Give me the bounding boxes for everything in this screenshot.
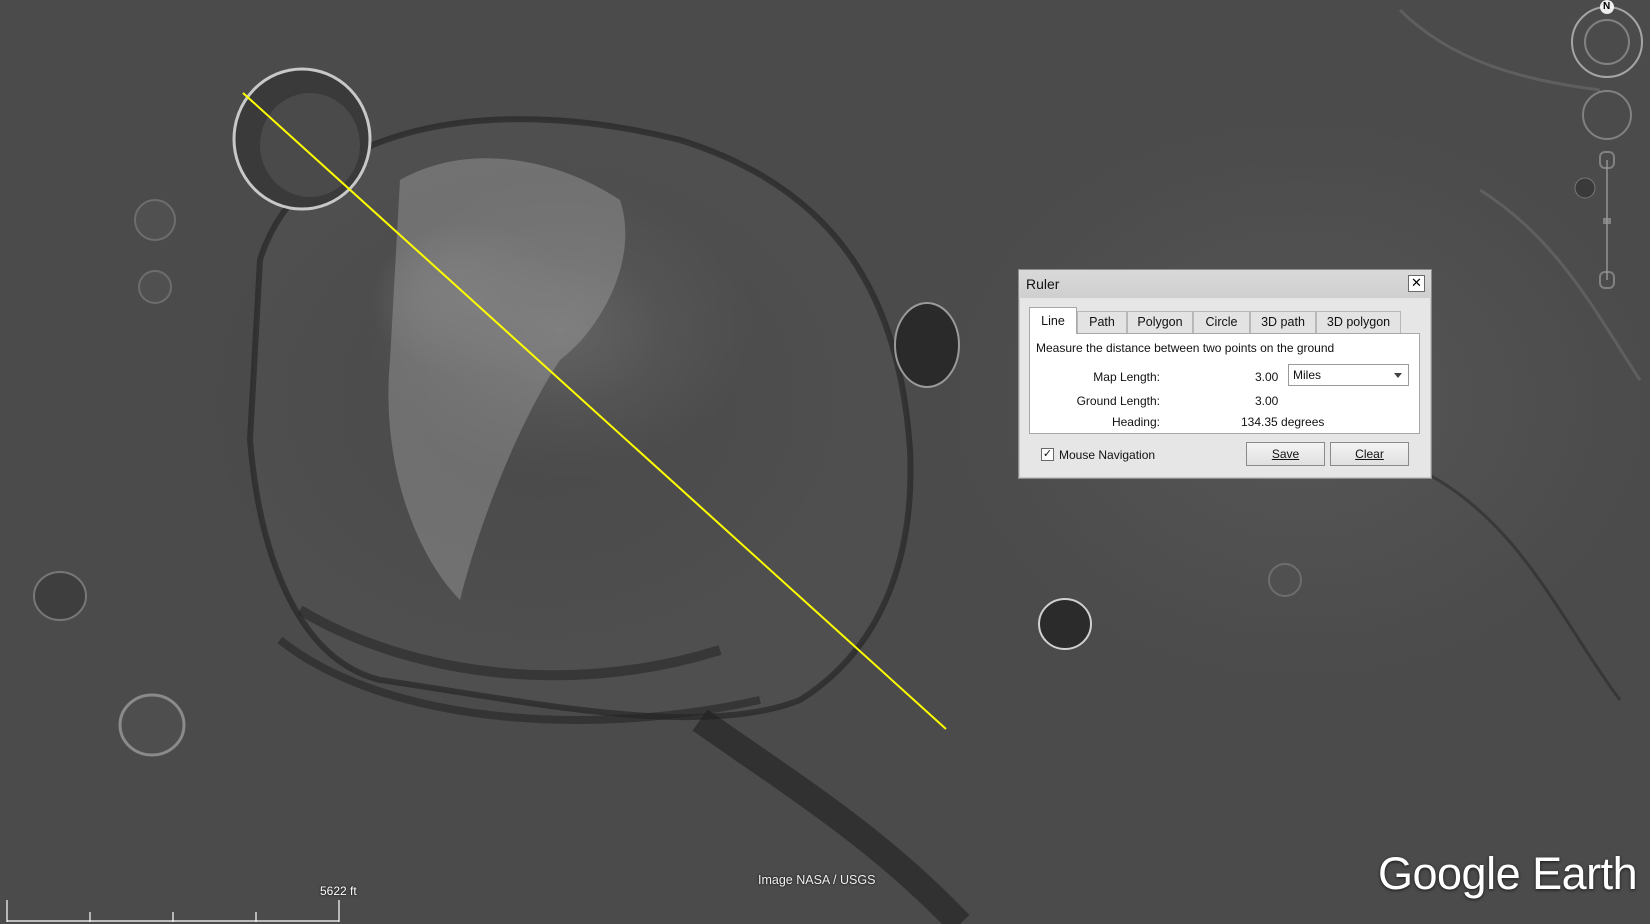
crater-small-2 bbox=[118, 693, 186, 757]
ground-length-value: 3.00 bbox=[1255, 394, 1279, 408]
tab-circle[interactable]: Circle bbox=[1193, 311, 1250, 333]
unit-dropdown[interactable]: Miles bbox=[1288, 364, 1409, 386]
mouse-navigation-checkbox[interactable]: ✓ bbox=[1041, 448, 1054, 461]
tab-3d-polygon[interactable]: 3D polygon bbox=[1316, 311, 1401, 333]
clear-button-label: Clear bbox=[1355, 447, 1384, 461]
crater-large-floor bbox=[260, 93, 360, 197]
map-length-value: 3.00 bbox=[1255, 370, 1279, 384]
crater-small-4 bbox=[134, 199, 176, 241]
look-joystick[interactable] bbox=[1582, 90, 1632, 140]
ruler-title: Ruler bbox=[1026, 276, 1060, 292]
ridge-right-3 bbox=[1419, 468, 1622, 701]
crater-small-3 bbox=[33, 571, 87, 621]
tab-path[interactable]: Path bbox=[1077, 311, 1127, 333]
google-earth-logo: Google Earth bbox=[1378, 848, 1638, 900]
line-tab-panel: Measure the distance between two points … bbox=[1029, 333, 1420, 434]
chevron-down-icon bbox=[1394, 373, 1402, 378]
crater-small-5 bbox=[138, 270, 172, 304]
logo-word-1: Google bbox=[1378, 848, 1521, 899]
ground-length-label: Ground Length: bbox=[1076, 394, 1160, 408]
ruler-titlebar[interactable]: Ruler ✕ bbox=[1019, 270, 1431, 298]
north-label: N bbox=[1603, 1, 1611, 12]
tab-line[interactable]: Line bbox=[1029, 307, 1077, 334]
channel bbox=[692, 709, 970, 924]
crater-small-6 bbox=[1268, 563, 1302, 597]
zoom-slider[interactable] bbox=[1599, 151, 1615, 289]
crater-right bbox=[894, 302, 960, 388]
ruler-dialog: Ruler ✕ Line Path Polygon Circle 3D path… bbox=[1018, 269, 1432, 479]
heading-value: 134.35 degrees bbox=[1241, 415, 1325, 429]
heading-label: Heading: bbox=[1111, 415, 1160, 429]
nav-svg bbox=[1571, 0, 1643, 289]
tab-polygon[interactable]: Polygon bbox=[1127, 311, 1193, 333]
unit-value: Miles bbox=[1293, 368, 1322, 382]
close-icon[interactable]: ✕ bbox=[1408, 275, 1425, 292]
crater-small-1 bbox=[1038, 598, 1092, 650]
imagery-attribution: Image NASA / USGS bbox=[758, 873, 876, 887]
tab-3d-path[interactable]: 3D path bbox=[1250, 311, 1316, 333]
logo-word-2: Earth bbox=[1532, 848, 1638, 899]
save-button[interactable]: Save bbox=[1246, 442, 1325, 466]
scale-bar bbox=[6, 900, 340, 922]
mouse-navigation-label[interactable]: Mouse Navigation bbox=[1059, 448, 1155, 462]
navigation-controls: N bbox=[1565, 0, 1650, 300]
panel-description: Measure the distance between two points … bbox=[1036, 341, 1335, 355]
clear-button[interactable]: Clear bbox=[1330, 442, 1409, 466]
save-button-label: Save bbox=[1271, 447, 1300, 461]
scale-label: 5622 ft bbox=[320, 884, 357, 898]
map-length-label: Map Length: bbox=[1093, 370, 1160, 384]
